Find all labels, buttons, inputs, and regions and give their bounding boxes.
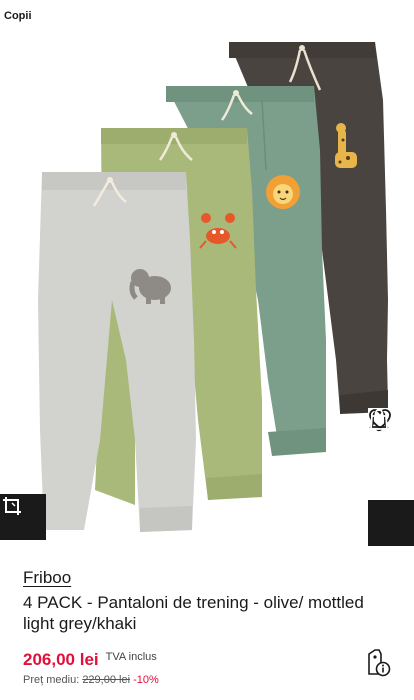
lion-patch <box>266 175 300 209</box>
brand-link[interactable]: Friboo <box>23 568 71 588</box>
product-title: 4 PACK - Pantaloni de trening - olive/ m… <box>23 593 364 633</box>
view-image-button[interactable] <box>0 494 46 540</box>
product-image[interactable]: Copii <box>0 0 414 548</box>
discount-badge: -10% <box>133 674 159 686</box>
current-price: 206,00 lei <box>23 650 99 669</box>
average-price-label: Preț mediu: <box>23 674 80 686</box>
average-price-row: Preț mediu: 229,00 lei -10% <box>23 674 414 686</box>
product-photo <box>38 42 388 532</box>
price-info-button[interactable] <box>366 648 392 678</box>
vat-label: TVA inclus <box>105 651 157 663</box>
shopping-bag-icon <box>370 409 388 430</box>
add-to-cart-button[interactable] <box>368 409 414 546</box>
average-price-value: 229,00 lei <box>82 674 131 686</box>
crop-view-icon <box>3 497 21 515</box>
product-info: Friboo 4 PACK - Pantaloni de trening - o… <box>0 548 414 700</box>
side-actions <box>368 408 414 546</box>
price-row: 206,00 lei TVA inclus <box>23 650 414 670</box>
wishlist-button[interactable] <box>368 409 414 500</box>
category-chip[interactable]: Copii <box>0 4 38 28</box>
price-tag-info-icon <box>368 649 391 677</box>
